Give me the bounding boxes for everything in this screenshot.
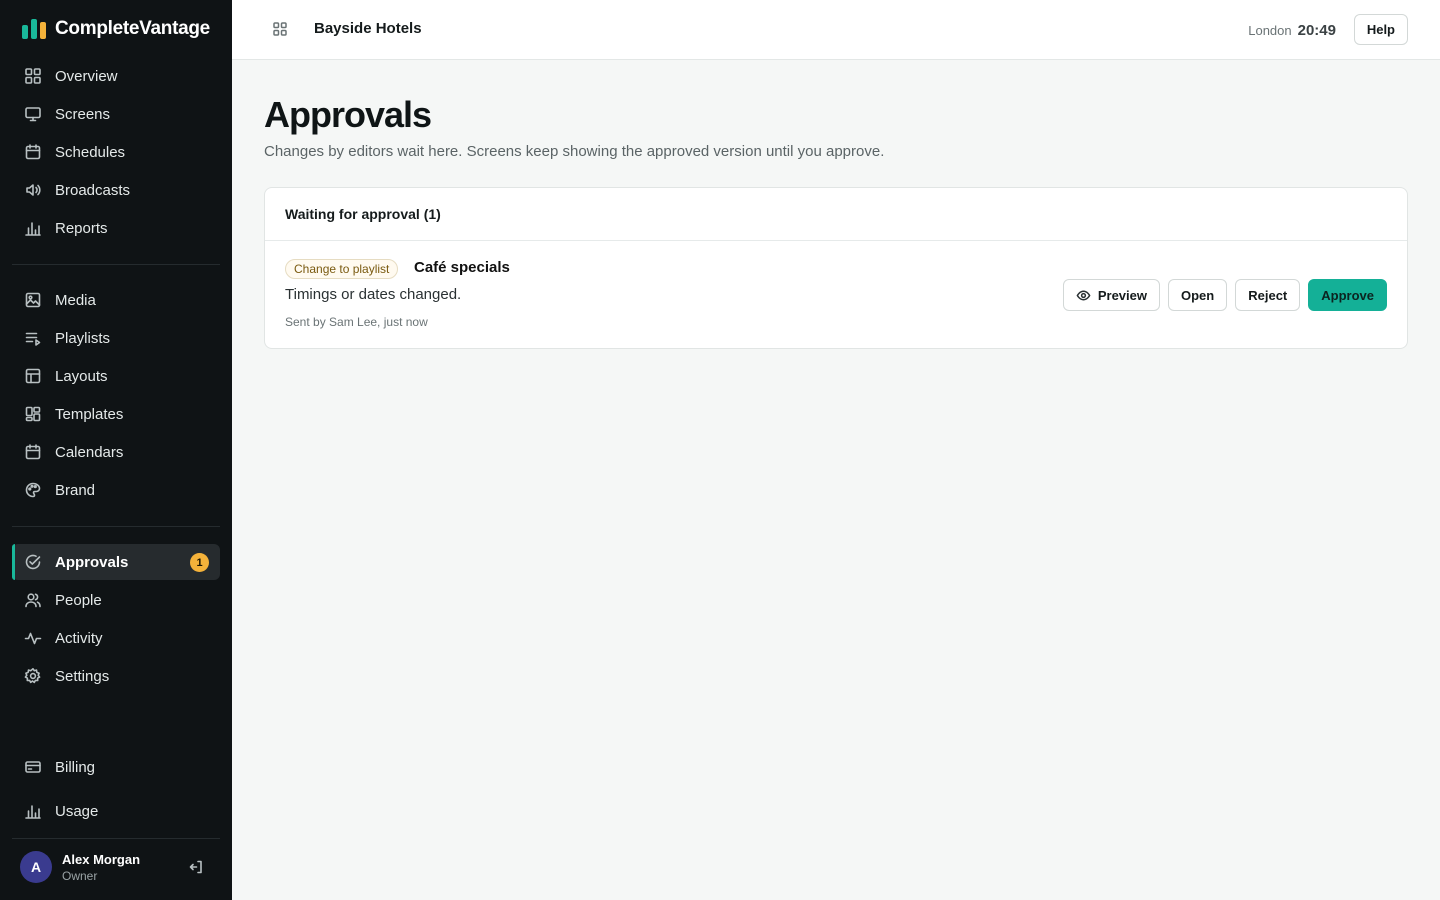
nav-admin: Approvals 1 People Activity Settings — [12, 544, 220, 694]
people-icon — [24, 591, 42, 609]
sidebar-item-label: Activity — [55, 629, 103, 647]
sidebar-item-broadcasts[interactable]: Broadcasts — [12, 172, 220, 208]
user-role: Owner — [62, 868, 98, 883]
monitor-icon — [24, 105, 42, 123]
list-item: Change to playlist Café specials Timings… — [265, 241, 1407, 349]
sidebar-item-label: Usage — [55, 802, 99, 820]
sidebar-item-label: Templates — [55, 405, 124, 423]
nav-content: Media Playlists Layouts Templates Calend… — [12, 282, 220, 508]
brand-name: CompleteVantage — [55, 18, 210, 39]
sidebar-item-label: Layouts — [55, 367, 108, 385]
page-subtitle: Changes by editors wait here. Screens ke… — [264, 143, 885, 160]
logout-icon[interactable] — [188, 859, 204, 875]
nav-account: Billing Usage — [12, 749, 220, 829]
card-heading: Waiting for approval (1) — [265, 188, 1407, 241]
activity-icon — [24, 629, 42, 647]
sidebar-item-billing[interactable]: Billing — [12, 749, 220, 785]
approve-button[interactable]: Approve — [1308, 279, 1387, 311]
sidebar-divider — [12, 838, 220, 839]
preview-button[interactable]: Preview — [1062, 279, 1160, 311]
sidebar-item-label: Playlists — [55, 329, 111, 347]
card-icon — [24, 758, 42, 776]
sidebar-item-label: Brand — [55, 481, 96, 499]
sidebar-item-templates[interactable]: Templates — [12, 396, 220, 432]
topbar: Bayside Hotels London 20:49 Help — [232, 0, 1440, 60]
layout-icon — [24, 367, 42, 385]
sidebar-item-label: Screens — [55, 105, 111, 123]
playlist-icon — [24, 329, 42, 347]
sidebar-item-label: Overview — [55, 67, 118, 85]
calendar-icon — [24, 143, 42, 161]
sidebar-item-settings[interactable]: Settings — [12, 658, 220, 694]
sidebar-item-brand[interactable]: Brand — [12, 472, 220, 508]
sidebar-item-usage[interactable]: Usage — [12, 793, 220, 829]
image-icon — [24, 291, 42, 309]
preview-label: Preview — [1097, 287, 1147, 303]
item-meta: Sent by Sam Lee, just now — [285, 315, 428, 329]
nav-main: Overview Screens Schedules Broadcasts Re… — [12, 58, 220, 246]
clock-city: London — [1248, 23, 1292, 38]
sidebar-item-overview[interactable]: Overview — [12, 58, 220, 94]
sidebar-item-schedules[interactable]: Schedules — [12, 134, 220, 170]
org-name[interactable]: Bayside Hotels — [314, 20, 422, 37]
sidebar-divider — [12, 264, 220, 265]
help-button[interactable]: Help — [1353, 14, 1408, 45]
sidebar-item-playlists[interactable]: Playlists — [12, 320, 220, 356]
brand[interactable]: CompleteVantage — [22, 18, 210, 40]
megaphone-icon — [24, 181, 42, 199]
sidebar-item-approvals[interactable]: Approvals 1 — [12, 544, 220, 580]
page-title: Approvals — [264, 94, 432, 135]
sidebar-item-layouts[interactable]: Layouts — [12, 358, 220, 394]
sidebar-item-people[interactable]: People — [12, 582, 220, 618]
sidebar-item-label: People — [55, 591, 102, 609]
sidebar-item-activity[interactable]: Activity — [12, 620, 220, 656]
gear-icon — [24, 667, 42, 685]
sidebar-item-label: Reports — [55, 219, 108, 237]
eye-icon — [1076, 290, 1091, 300]
user-profile[interactable]: A Alex Morgan Owner — [20, 851, 212, 883]
sidebar-item-label: Approvals — [55, 553, 129, 571]
sidebar-divider — [12, 526, 220, 527]
item-actions: Preview Open Reject Approve — [1062, 279, 1387, 311]
approvals-card: Waiting for approval (1) Change to playl… — [264, 187, 1408, 349]
sidebar-item-label: Settings — [55, 667, 110, 685]
sidebar-item-screens[interactable]: Screens — [12, 96, 220, 132]
templates-icon — [24, 405, 42, 423]
sidebar-item-calendars[interactable]: Calendars — [12, 434, 220, 470]
sidebar: CompleteVantage Overview Screens Schedul… — [0, 0, 232, 900]
sidebar-item-label: Schedules — [55, 143, 126, 161]
bar-chart-icon — [24, 219, 42, 237]
calendar-icon — [24, 443, 42, 461]
sidebar-item-reports[interactable]: Reports — [12, 210, 220, 246]
change-type-chip: Change to playlist — [285, 259, 399, 279]
approvals-count-badge: 1 — [190, 553, 209, 572]
sidebar-item-label: Billing — [55, 758, 96, 776]
bar-chart-icon — [24, 802, 42, 820]
reject-button[interactable]: Reject — [1235, 279, 1301, 311]
palette-icon — [24, 481, 42, 499]
user-info: Alex Morgan Owner — [62, 852, 140, 883]
grid-icon — [24, 67, 42, 85]
check-circle-icon — [24, 553, 42, 571]
sidebar-item-media[interactable]: Media — [12, 282, 220, 318]
sidebar-item-label: Media — [55, 291, 96, 309]
sidebar-item-label: Broadcasts — [55, 181, 131, 199]
avatar: A — [20, 851, 52, 883]
sidebar-item-label: Calendars — [55, 443, 124, 461]
user-name: Alex Morgan — [62, 851, 141, 867]
brand-logo-icon — [22, 19, 46, 39]
open-button[interactable]: Open — [1168, 279, 1228, 311]
item-description: Timings or dates changed. — [285, 286, 462, 303]
clock: London 20:49 — [1248, 22, 1336, 39]
clock-time: 20:49 — [1297, 22, 1336, 39]
app-switcher-icon[interactable] — [272, 21, 290, 39]
item-title: Café specials — [414, 259, 510, 276]
